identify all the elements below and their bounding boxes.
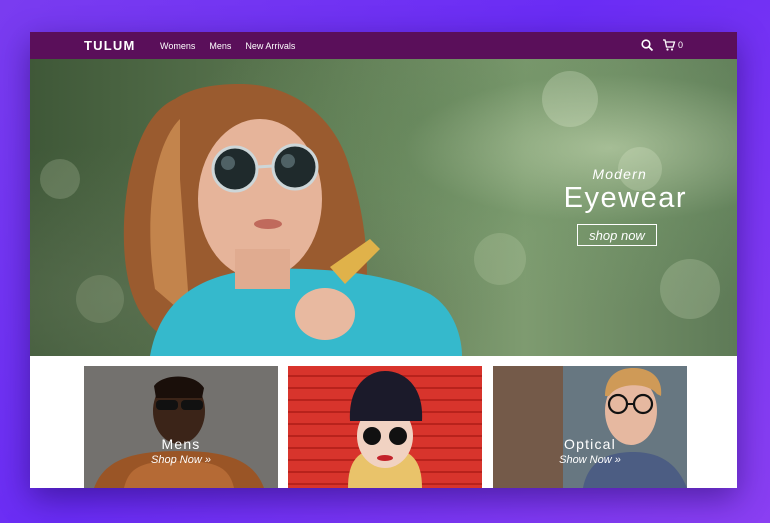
category-tiles: Mens Shop Now » Optical Show Now » <box>84 366 687 488</box>
tile-mens-label: Mens <box>161 436 201 452</box>
shop-now-button[interactable]: shop now <box>577 224 657 246</box>
top-navbar: TULUM Womens Mens New Arrivals 0 <box>30 32 737 59</box>
menu-item-mens[interactable]: Mens <box>209 41 231 51</box>
nav-actions: 0 <box>640 38 683 52</box>
hero-subtitle: Modern <box>592 166 647 182</box>
main-menu: Womens Mens New Arrivals <box>160 41 295 51</box>
tile-optical[interactable]: Optical Show Now » <box>493 366 687 488</box>
browser-window: TULUM Womens Mens New Arrivals 0 Modern … <box>30 32 737 488</box>
menu-item-new-arrivals[interactable]: New Arrivals <box>245 41 295 51</box>
tile-mens-image <box>84 366 278 488</box>
cart-count: 0 <box>677 40 683 50</box>
tile-mens[interactable]: Mens Shop Now » <box>84 366 278 488</box>
tile-mens-link[interactable]: Shop Now » <box>84 454 278 466</box>
brand-logo[interactable]: TULUM <box>84 38 136 53</box>
tile-featured[interactable] <box>288 366 482 488</box>
tile-optical-image <box>493 366 687 488</box>
search-icon[interactable] <box>640 38 654 52</box>
hero-banner: Modern Eyewear shop now <box>30 59 737 356</box>
tile-featured-image <box>288 366 482 488</box>
cart-icon <box>662 38 676 52</box>
tile-optical-label: Optical <box>564 436 616 452</box>
hero-title: Eyewear <box>563 182 687 214</box>
menu-item-womens[interactable]: Womens <box>160 41 195 51</box>
tile-optical-link[interactable]: Show Now » <box>493 454 687 466</box>
cart-button[interactable]: 0 <box>662 38 683 52</box>
